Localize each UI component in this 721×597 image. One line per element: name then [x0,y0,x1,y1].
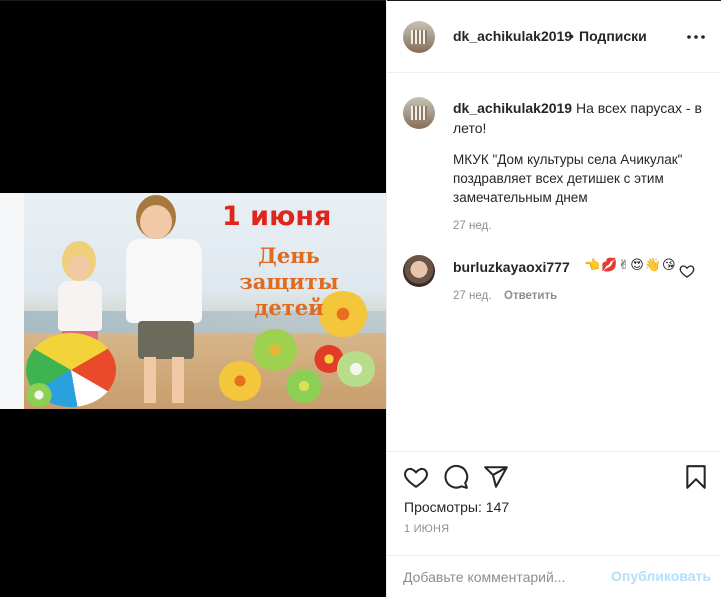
reply-button[interactable]: Ответить [504,290,557,302]
comment-timestamp[interactable]: 27 нед. [453,290,491,302]
post-image[interactable]: 1 июня День защиты детей [0,193,386,409]
caption-timestamp[interactable]: 27 нед. [453,220,491,232]
comment-text: 👈💋✌😍👋😘 [584,257,677,272]
image-boy [122,195,210,409]
following-button[interactable]: Подписки [579,28,647,44]
divider [0,0,386,1]
image-flower [26,383,52,407]
caption-body: МКУК "Дом культуры села Ачикулак" поздра… [453,152,683,205]
bookmark-icon[interactable] [683,464,709,490]
avatar[interactable] [403,21,435,53]
image-flower [336,351,376,387]
image-flower [286,369,322,403]
comment-item: burluzkayaoxi777 👈💋✌😍👋😘 27 нед. Ответить [387,250,721,310]
publish-button[interactable]: Опубликовать [611,568,711,584]
post-header: dk_achikulak2019 • Подписки [387,1,721,73]
post-actions: Просмотры: 147 1 ИЮНЯ Опубликовать [387,451,721,597]
avatar[interactable] [403,97,435,129]
caption-username[interactable]: dk_achikulak2019 [453,100,572,116]
more-horizontal-icon[interactable] [685,27,707,47]
views-number: 147 [485,499,510,515]
image-subtitle: День защиты детей [239,243,339,320]
add-comment-bar: Опубликовать [387,555,721,597]
commenter-avatar[interactable] [403,255,435,287]
image-flower [218,361,262,401]
comment-icon[interactable] [443,464,469,490]
comment-like-heart-icon[interactable] [679,263,695,279]
commenter-username[interactable]: burluzkayaoxi777 [453,259,570,275]
image-flower [252,329,298,371]
author-username[interactable]: dk_achikulak2019 [453,28,572,44]
views-count[interactable]: Просмотры: 147 [404,499,509,515]
send-icon[interactable] [483,464,509,490]
comment-input[interactable] [403,569,603,585]
post-date[interactable]: 1 ИЮНЯ [404,523,449,535]
separator-dot: • [569,28,574,44]
post-sidebar: dk_achikulak2019 • Подписки dk_achikulak… [386,0,721,597]
views-label: Просмотры: [404,499,482,515]
image-title: 1 июня [222,201,332,232]
post-media[interactable]: 1 июня День защиты детей [0,0,386,597]
caption-first-line: dk_achikulak2019 На всех парусах - в лет… [453,98,711,138]
image-border [0,193,24,409]
heart-icon[interactable] [403,464,429,490]
